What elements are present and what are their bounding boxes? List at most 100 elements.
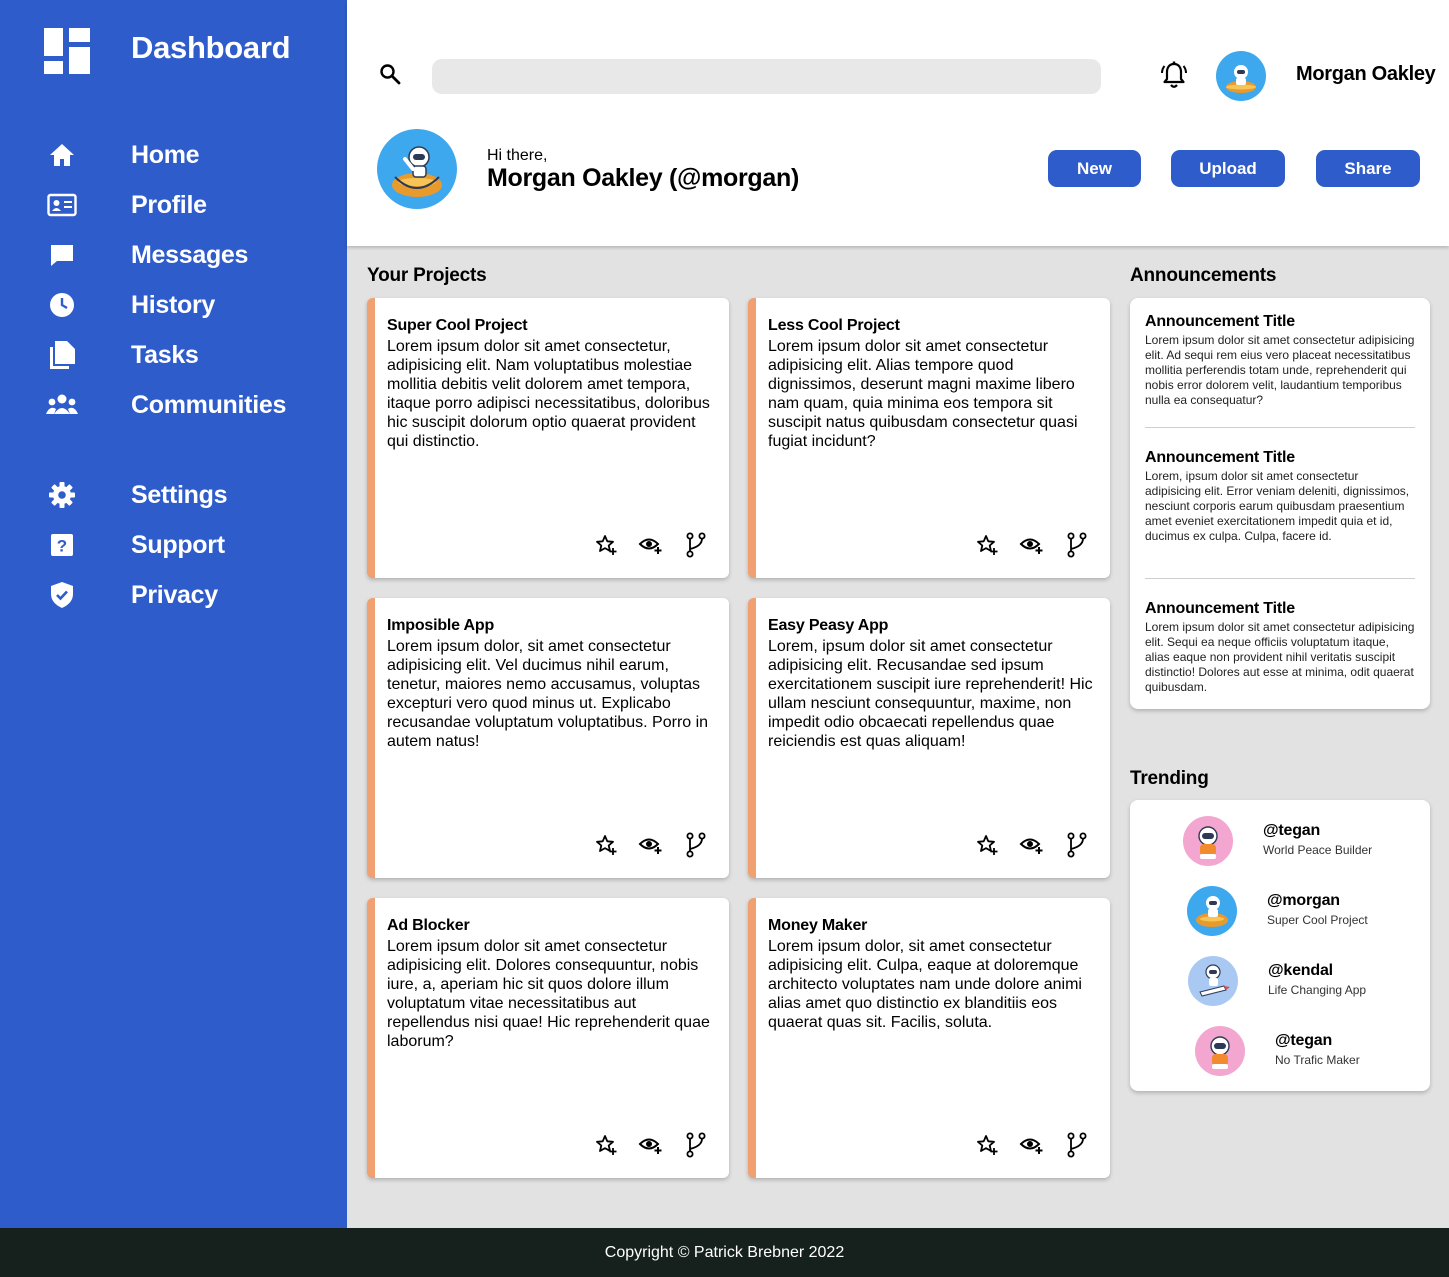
announcement-title: Announcement Title [1145, 449, 1295, 466]
announcement-title: Announcement Title [1145, 313, 1295, 330]
trending-subtitle: No Trafic Maker [1275, 1053, 1360, 1067]
projects-heading: Your Projects [367, 265, 487, 286]
sidebar-item-home[interactable]: Home [46, 137, 200, 173]
divider [1145, 578, 1415, 579]
id-card-icon [46, 189, 78, 221]
announcement[interactable]: Announcement Title Lorem ipsum dolor sit… [1145, 313, 1415, 408]
fork-icon[interactable] [1064, 532, 1090, 558]
sidebar-item-label: Home [131, 140, 200, 169]
sidebar-item-settings[interactable]: Settings [46, 477, 228, 513]
trending-handle: @tegan [1263, 822, 1321, 839]
project-description: Lorem ipsum dolor sit amet consectetur a… [768, 338, 1078, 450]
sidebar-item-label: Support [131, 530, 225, 559]
fork-icon[interactable] [1064, 832, 1090, 858]
people-icon [46, 389, 78, 421]
project-card[interactable]: Ad Blocker Lorem ipsum dolor sit amet con… [367, 898, 729, 1178]
project-card[interactable]: Imposible App Lorem ipsum dolor, sit amet… [367, 598, 729, 878]
project-title: Super Cool Project [387, 317, 528, 334]
brand-title: Dashboard [131, 30, 291, 65]
project-card[interactable]: Super Cool Project Lorem ipsum dolor sit … [367, 298, 729, 578]
documents-icon [46, 339, 78, 371]
trending-handle: @kendal [1268, 962, 1333, 979]
project-actions [974, 532, 1090, 558]
sidebar-item-communities[interactable]: Communities [46, 387, 286, 423]
star-icon[interactable] [593, 532, 619, 558]
fork-icon[interactable] [1064, 1132, 1090, 1158]
watch-icon[interactable] [1019, 1132, 1045, 1158]
watch-icon[interactable] [1019, 832, 1045, 858]
sidebar-item-label: Profile [131, 190, 207, 219]
trending-heading: Trending [1130, 768, 1209, 789]
project-description: Lorem ipsum dolor, sit amet consectetur … [387, 638, 709, 750]
watch-icon[interactable] [1019, 532, 1045, 558]
header: Morgan Oakley Hi there, Morgan Oakley (@… [347, 0, 1449, 246]
project-actions [974, 1132, 1090, 1158]
sidebar-item-label: Privacy [131, 580, 218, 609]
project-title: Imposible App [387, 617, 495, 634]
profile-avatar [377, 129, 457, 209]
project-description: Lorem ipsum dolor, sit amet consectetur … [768, 938, 1082, 1031]
upload-button[interactable]: Upload [1171, 150, 1285, 187]
avatar[interactable] [1216, 51, 1266, 101]
fork-icon[interactable] [683, 532, 709, 558]
project-card[interactable]: Money Maker Lorem ipsum dolor, sit amet c… [748, 898, 1110, 1178]
project-title: Money Maker [768, 917, 868, 934]
star-icon[interactable] [593, 832, 619, 858]
announcement[interactable]: Announcement Title Lorem, ipsum dolor si… [1145, 449, 1415, 544]
new-button[interactable]: New [1048, 150, 1141, 187]
share-button[interactable]: Share [1316, 150, 1420, 187]
footer: Copyright © Patrick Brebner 2022 [0, 1228, 1449, 1277]
help-icon: ? [46, 529, 78, 561]
fork-icon[interactable] [683, 1132, 709, 1158]
search-icon[interactable] [378, 62, 402, 86]
sidebar-item-privacy[interactable]: Privacy [46, 577, 218, 613]
announcements-heading: Announcements [1130, 265, 1277, 286]
star-icon[interactable] [593, 1132, 619, 1158]
avatar [1188, 956, 1238, 1006]
trending-panel: @tegan World Peace Builder @morgan Super… [1130, 800, 1430, 1091]
project-description: Lorem, ipsum dolor sit amet consectetur … [768, 638, 1093, 750]
sidebar-item-label: History [131, 290, 216, 319]
bell-icon[interactable] [1160, 60, 1188, 90]
sidebar-item-support[interactable]: ? Support [46, 527, 225, 563]
gear-icon [46, 479, 78, 511]
sidebar-item-tasks[interactable]: Tasks [46, 337, 199, 373]
watch-icon[interactable] [638, 1132, 664, 1158]
star-icon[interactable] [974, 1132, 1000, 1158]
sidebar-item-label: Messages [131, 240, 249, 269]
home-icon [46, 139, 78, 171]
announcements-panel: Announcement Title Lorem ipsum dolor sit… [1130, 298, 1430, 709]
copyright-text: Copyright © Patrick Brebner 2022 [604, 1243, 845, 1261]
watch-icon[interactable] [638, 532, 664, 558]
shield-icon [46, 579, 78, 611]
avatar [1183, 816, 1233, 866]
greeting-name: Morgan Oakley (@morgan) [487, 164, 799, 192]
star-icon[interactable] [974, 832, 1000, 858]
project-description: Lorem ipsum dolor sit amet consectetur a… [387, 938, 710, 1050]
announcement-text: Lorem ipsum dolor sit amet consectetur a… [1145, 333, 1415, 407]
sidebar-item-history[interactable]: History [46, 287, 215, 323]
avatar [1187, 886, 1237, 936]
watch-icon[interactable] [638, 832, 664, 858]
sidebar-item-label: Settings [131, 480, 228, 509]
sidebar-item-label: Communities [131, 390, 287, 419]
fork-icon[interactable] [683, 832, 709, 858]
trending-subtitle: Life Changing App [1268, 983, 1367, 997]
search-input[interactable] [432, 59, 1101, 94]
announcement-title: Announcement Title [1145, 600, 1295, 617]
announcement[interactable]: Announcement Title Lorem ipsum dolor sit… [1145, 600, 1415, 695]
header-username[interactable]: Morgan Oakley [1296, 63, 1436, 86]
svg-text:?: ? [57, 537, 67, 556]
brand[interactable]: Dashboard [44, 28, 291, 74]
sidebar-item-label: Tasks [131, 340, 199, 369]
project-title: Less Cool Project [768, 317, 900, 334]
sidebar-item-profile[interactable]: Profile [46, 187, 207, 223]
sidebar-item-messages[interactable]: Messages [46, 237, 248, 273]
sidebar: Dashboard Home Profile Messages History … [0, 0, 347, 1228]
star-icon[interactable] [974, 532, 1000, 558]
project-actions [593, 532, 709, 558]
project-card[interactable]: Easy Peasy App Lorem, ipsum dolor sit ame… [748, 598, 1110, 878]
trending-subtitle: World Peace Builder [1263, 843, 1373, 857]
project-card[interactable]: Less Cool Project Lorem ipsum dolor sit a… [748, 298, 1110, 578]
announcement-text: Lorem, ipsum dolor sit amet consectetur … [1145, 469, 1410, 543]
